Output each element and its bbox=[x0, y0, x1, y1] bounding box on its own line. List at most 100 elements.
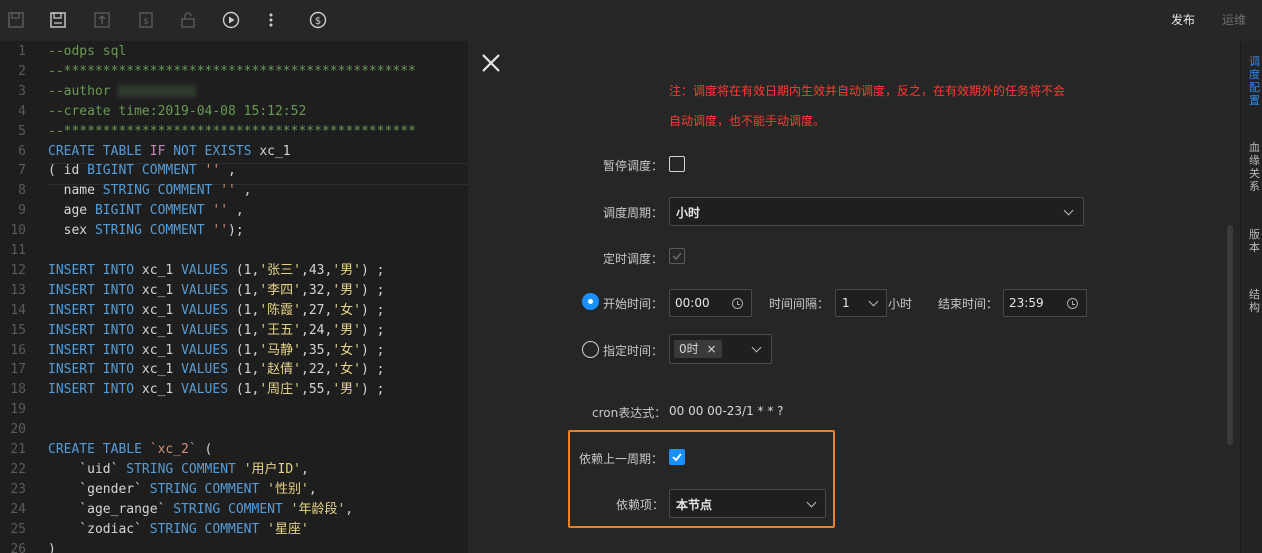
tab-lineage[interactable]: 血缘关系 bbox=[1249, 141, 1261, 193]
start-time-input[interactable]: 00:00 bbox=[669, 289, 752, 317]
more-icon[interactable] bbox=[261, 10, 281, 30]
code-line: 2 --*************************************… bbox=[0, 62, 468, 82]
code-token: ,43, bbox=[301, 262, 333, 278]
period-select[interactable]: 小时 bbox=[669, 197, 1084, 226]
line-number: 8 bbox=[18, 183, 26, 199]
code-token: sex bbox=[48, 223, 95, 239]
interval-unit: 小时 bbox=[888, 297, 913, 311]
save-as-icon[interactable] bbox=[48, 10, 68, 30]
tag-close-icon[interactable]: × bbox=[706, 342, 716, 356]
code-token: `zodiac` bbox=[48, 521, 150, 537]
code-token: ); bbox=[228, 223, 244, 239]
code-token: '' bbox=[220, 183, 236, 199]
code-token: ) ; bbox=[360, 362, 385, 378]
start-time-value: 00:00 bbox=[675, 296, 710, 310]
code-line: 4 --create time:2019-04-08 15:12:52 bbox=[0, 102, 468, 122]
line-number: 17 bbox=[10, 362, 26, 378]
code-text: ( id BIGINT COMMENT '' , bbox=[48, 161, 236, 181]
code-token: , bbox=[228, 203, 244, 219]
line-number: 25 bbox=[10, 521, 26, 537]
start-time-radio[interactable] bbox=[582, 293, 599, 310]
code-line: 15 INSERT INTO xc_1 VALUES (1,'王五',24,'男'… bbox=[0, 321, 468, 341]
redacted-author bbox=[118, 85, 196, 97]
code-text: --**************************************… bbox=[48, 62, 416, 82]
code-line: 24 `age_range` STRING COMMENT '年龄段', bbox=[0, 500, 468, 520]
code-token: ) ; bbox=[360, 282, 385, 298]
depend-item-label: 依赖项： bbox=[616, 498, 665, 512]
steal-lock-icon[interactable]: $ bbox=[136, 10, 156, 30]
code-text: --odps sql bbox=[48, 42, 126, 62]
code-token: INSERT INTO bbox=[48, 322, 142, 338]
line-number: 22 bbox=[10, 461, 26, 477]
code-token: '用户ID' bbox=[243, 461, 301, 477]
chevron-down-icon bbox=[1063, 205, 1074, 216]
specified-time-select[interactable]: 0时 × bbox=[669, 334, 772, 364]
toolbar: $ $ 发布 运维 bbox=[0, 0, 1262, 42]
code-token: xc_1 bbox=[141, 382, 182, 398]
code-token: BIGINT COMMENT bbox=[94, 203, 213, 219]
line-number: 2 bbox=[18, 63, 26, 79]
code-token: '' bbox=[204, 163, 221, 179]
code-token: --odps sql bbox=[48, 44, 127, 59]
run-icon[interactable] bbox=[221, 10, 241, 30]
interval-select[interactable]: 1 bbox=[835, 289, 887, 317]
code-token: '陈霞' bbox=[259, 302, 301, 318]
tab-structure[interactable]: 结构 bbox=[1249, 288, 1261, 314]
tab-schedule-config[interactable]: 调度配置 bbox=[1249, 55, 1261, 107]
code-line: 19 bbox=[0, 400, 468, 420]
line-number: 6 bbox=[18, 143, 26, 159]
code-token: ) ; bbox=[360, 262, 385, 278]
code-line: 11 bbox=[0, 241, 468, 261]
line-number: 15 bbox=[10, 322, 26, 338]
end-time-input[interactable]: 23:59 bbox=[1003, 289, 1087, 317]
code-token: ) ; bbox=[360, 382, 385, 398]
depend-item-select[interactable]: 本节点 bbox=[669, 489, 826, 518]
line-number: 1 bbox=[18, 44, 26, 59]
ops-button[interactable]: 运维 bbox=[1222, 11, 1246, 28]
check-icon bbox=[672, 453, 682, 462]
code-token: , bbox=[235, 183, 252, 199]
code-token: '赵倩' bbox=[259, 362, 301, 378]
panel-scrollbar[interactable] bbox=[1227, 225, 1233, 445]
code-line: 17 INSERT INTO xc_1 VALUES (1,'赵倩',22,'女'… bbox=[0, 360, 468, 380]
code-line: 26) bbox=[0, 540, 468, 553]
start-time-label: 开始时间： bbox=[603, 297, 664, 311]
code-token: '女' bbox=[332, 342, 361, 358]
save-icon[interactable] bbox=[6, 10, 26, 30]
code-text: sex STRING COMMENT ''); bbox=[48, 221, 244, 241]
code-line: 9 age BIGINT COMMENT '' , bbox=[0, 201, 468, 221]
depend-prev-checkbox[interactable] bbox=[669, 449, 685, 465]
code-line: 20 bbox=[0, 420, 468, 440]
specified-time-radio[interactable] bbox=[582, 341, 599, 358]
pause-schedule-checkbox[interactable] bbox=[669, 156, 685, 172]
code-token: INSERT INTO bbox=[48, 362, 142, 378]
code-line: 16 INSERT INTO xc_1 VALUES (1,'马静',35,'女'… bbox=[0, 341, 468, 361]
code-text: INSERT INTO xc_1 VALUES (1,'李四',32,'男') … bbox=[48, 281, 384, 301]
line-number: 12 bbox=[10, 262, 26, 278]
line-number: 5 bbox=[18, 123, 26, 139]
code-line: 7 ( id BIGINT COMMENT '' , bbox=[0, 161, 468, 181]
code-token: (1, bbox=[235, 342, 260, 358]
code-editor[interactable]: 1 --odps sql 2 --**************************… bbox=[0, 41, 468, 553]
code-line: 23 `gender` STRING COMMENT '性别', bbox=[0, 480, 468, 500]
tab-version[interactable]: 版本 bbox=[1249, 228, 1261, 254]
code-token: xc_1 bbox=[141, 282, 182, 298]
close-icon[interactable] bbox=[480, 52, 502, 74]
code-line: 3 --author bbox=[0, 82, 468, 102]
code-text: INSERT INTO xc_1 VALUES (1,'马静',35,'女') … bbox=[48, 341, 384, 361]
code-token: '男' bbox=[332, 262, 361, 278]
code-text: INSERT INTO xc_1 VALUES (1,'周庄',55,'男') … bbox=[48, 380, 384, 400]
code-token: , bbox=[308, 481, 317, 497]
code-token: VALUES bbox=[181, 362, 236, 378]
submit-icon[interactable] bbox=[92, 10, 112, 30]
code-token: (1, bbox=[235, 282, 260, 298]
code-line: 18 INSERT INTO xc_1 VALUES (1,'周庄',55,'男'… bbox=[0, 380, 468, 400]
publish-button[interactable]: 发布 bbox=[1171, 11, 1195, 28]
code-token: INSERT INTO bbox=[48, 262, 142, 278]
code-line: 12 INSERT INTO xc_1 VALUES (1,'张三',43,'男'… bbox=[0, 261, 468, 281]
code-token: `xc_2` bbox=[149, 442, 197, 457]
lock-icon[interactable] bbox=[178, 10, 198, 30]
code-token: ( bbox=[196, 442, 213, 457]
cost-estimate-icon[interactable]: $ bbox=[308, 10, 328, 30]
end-time-value: 23:59 bbox=[1009, 296, 1044, 310]
